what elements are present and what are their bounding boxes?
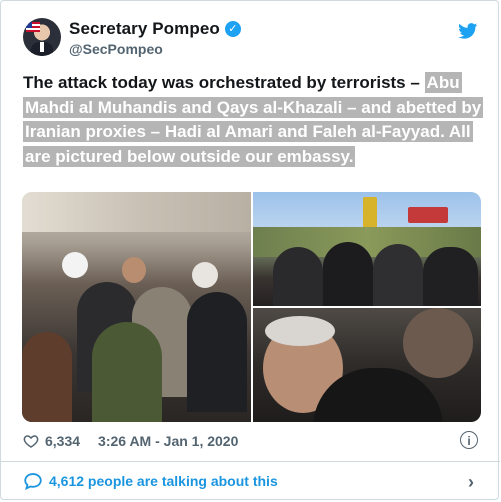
tweet-card: Secretary Pompeo ✓ @SecPompeo The attack… — [0, 0, 500, 500]
tweet-timestamp[interactable]: 3:26 AM - Jan 1, 2020 — [98, 433, 238, 449]
conversation-label[interactable]: 4,612 people are talking about this — [49, 473, 278, 489]
info-icon[interactable]: i — [460, 431, 478, 449]
twitter-bird-icon[interactable] — [458, 23, 478, 39]
heart-icon[interactable] — [23, 433, 39, 449]
crowd-photo[interactable] — [22, 192, 251, 422]
tweet-stats: 6,334 3:26 AM - Jan 1, 2020 — [23, 433, 238, 449]
avatar[interactable] — [23, 18, 61, 56]
group-photo[interactable] — [253, 192, 481, 306]
author-display-name[interactable]: Secretary Pompeo — [69, 19, 220, 39]
comment-bubble-icon — [24, 473, 42, 490]
closeup-photo[interactable] — [253, 308, 481, 422]
author-handle[interactable]: @SecPompeo — [69, 41, 163, 57]
tweet-text: The attack today was orchestrated by ter… — [23, 71, 485, 169]
media-grid — [22, 192, 481, 422]
flag-pin — [26, 22, 40, 32]
tweet-text-lead: The attack today was orchestrated by ter… — [23, 73, 425, 92]
like-count[interactable]: 6,334 — [45, 433, 80, 449]
chevron-right-icon[interactable]: › — [468, 472, 474, 493]
verified-badge-icon: ✓ — [224, 21, 241, 37]
divider — [1, 461, 500, 462]
conversation-link[interactable]: 4,612 people are talking about this — [23, 472, 278, 490]
author-name-row: Secretary Pompeo ✓ — [69, 19, 241, 39]
